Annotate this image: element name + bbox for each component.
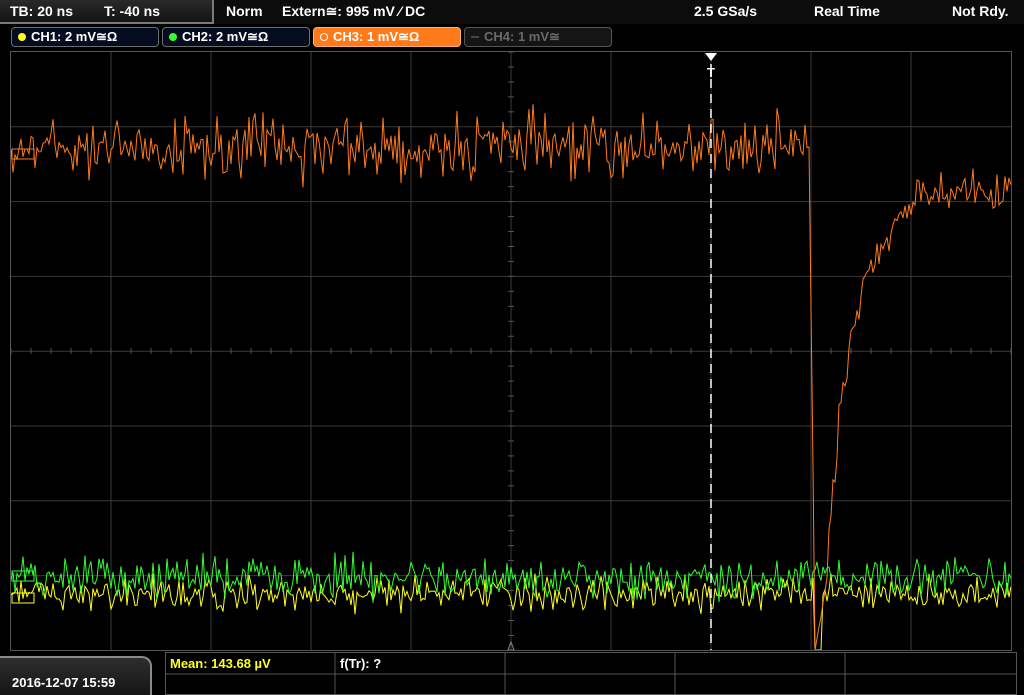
channel-tab-ch1[interactable]: CH1: 2 mV≅Ω [11, 27, 159, 47]
acquisition-state: Not Rdy. [952, 3, 1009, 19]
channel-tab-ch3[interactable]: CH3: 1 mV≅Ω [313, 27, 461, 47]
ch1-dot-icon [18, 33, 26, 41]
ch3-ring-icon [320, 33, 328, 41]
timebase-box[interactable]: TB: 20 ns T: -40 ns [0, 0, 214, 24]
timebase-value: TB: 20 ns [10, 3, 74, 19]
ch3-label: CH3: 1 mV≅Ω [333, 29, 420, 44]
timestamp: 2016-12-07 15:59 [12, 675, 116, 690]
ch2-dot-icon [169, 33, 177, 41]
ch4-dash-icon [471, 36, 479, 38]
measurement-panel[interactable]: Mean: 143.68 µV f(Tr): ? [165, 652, 1017, 695]
trigger-source[interactable]: Extern≅: 995 mV ⁄ DC [282, 3, 425, 20]
trigger-time-value: T: -40 ns [104, 3, 161, 19]
channel-tab-ch2[interactable]: CH2: 2 mV≅Ω [162, 27, 310, 47]
channel-tab-ch4[interactable]: CH4: 1 mV≅ [464, 27, 612, 47]
date-box: 2016-12-07 15:59 [0, 656, 152, 695]
sample-rate: 2.5 GSa/s [694, 3, 758, 19]
ch1-label: CH1: 2 mV≅Ω [31, 29, 118, 44]
ch2-label: CH2: 2 mV≅Ω [182, 29, 269, 44]
top-status-bar: TB: 20 ns T: -40 ns Norm Extern≅: 995 mV… [0, 0, 1024, 24]
measurement-grid [165, 652, 1017, 695]
waveform-display[interactable]: T [11, 52, 1011, 650]
trigger-marker-icon: T [705, 53, 717, 80]
trigger-marker-label: T [707, 65, 715, 80]
trigger-mode[interactable]: Norm [226, 3, 263, 19]
ch4-label: CH4: 1 mV≅ [484, 29, 560, 44]
ftr-measurement: f(Tr): ? [340, 656, 382, 671]
mean-measurement: Mean: 143.68 µV [170, 656, 271, 671]
acquisition-mode: Real Time [814, 3, 880, 19]
graticule-grid [11, 52, 1011, 650]
